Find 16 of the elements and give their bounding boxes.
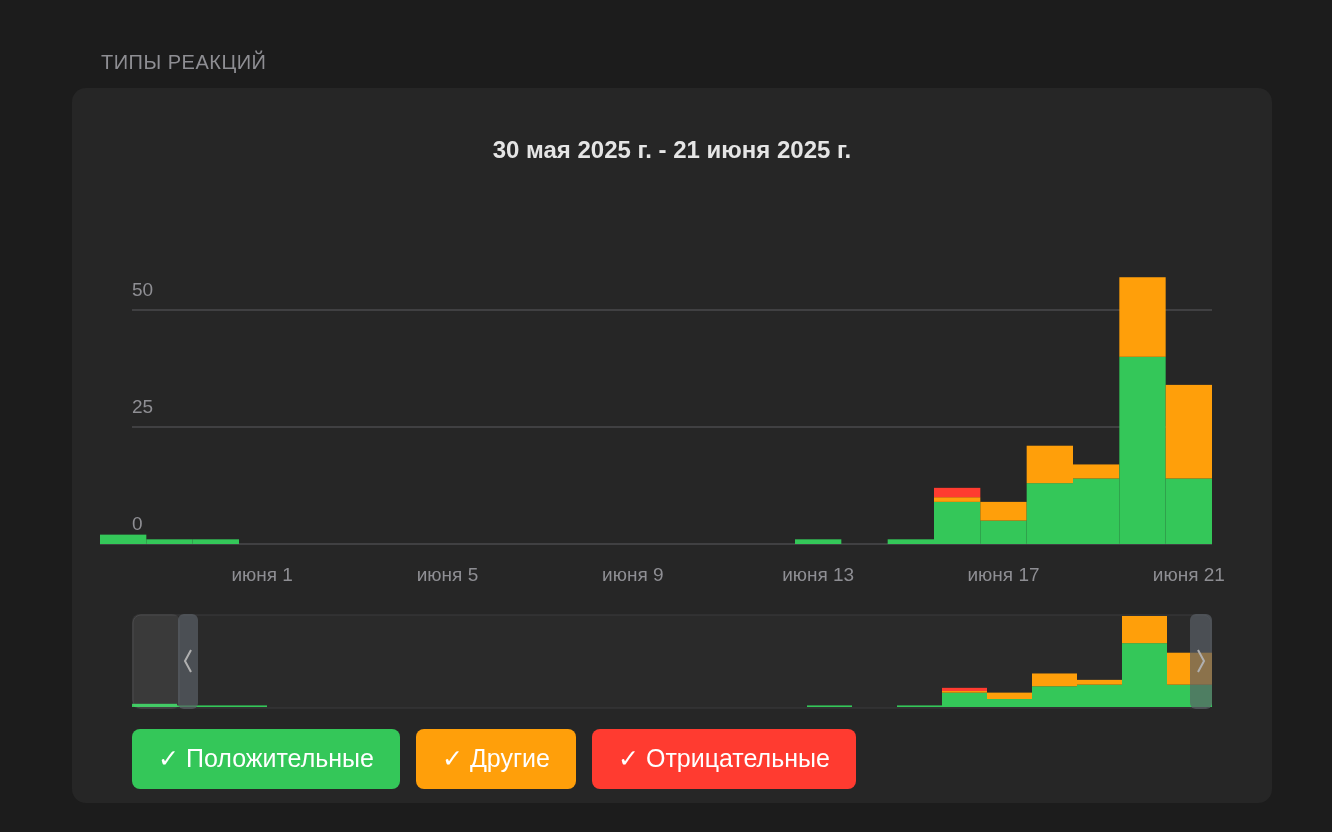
y-tick-label: 0 <box>132 513 143 534</box>
section-title: ТИПЫ РЕАКЦИЙ <box>101 51 267 73</box>
x-tick-label: июня 13 <box>782 564 855 585</box>
bar-segment <box>795 539 842 544</box>
legend-toggle[interactable]: ✓ Другие <box>416 729 576 789</box>
y-tick-label: 50 <box>132 279 154 300</box>
legend-toggle[interactable]: ✓ Отрицательные <box>592 729 856 789</box>
x-tick-label: июня 5 <box>416 564 479 585</box>
x-tick-label: июня 9 <box>602 564 664 585</box>
x-tick-label: июня 1 <box>231 564 293 585</box>
y-tick-label: 25 <box>132 396 154 417</box>
x-tick-label: июня 17 <box>967 564 1040 585</box>
chart-title: 30 мая 2025 г. - 21 июня 2025 г. <box>492 135 852 165</box>
range-navigator[interactable] <box>132 614 1212 709</box>
x-tick-label: июня 21 <box>1152 564 1225 585</box>
legend-toggle[interactable]: ✓ Положительные <box>132 729 400 789</box>
